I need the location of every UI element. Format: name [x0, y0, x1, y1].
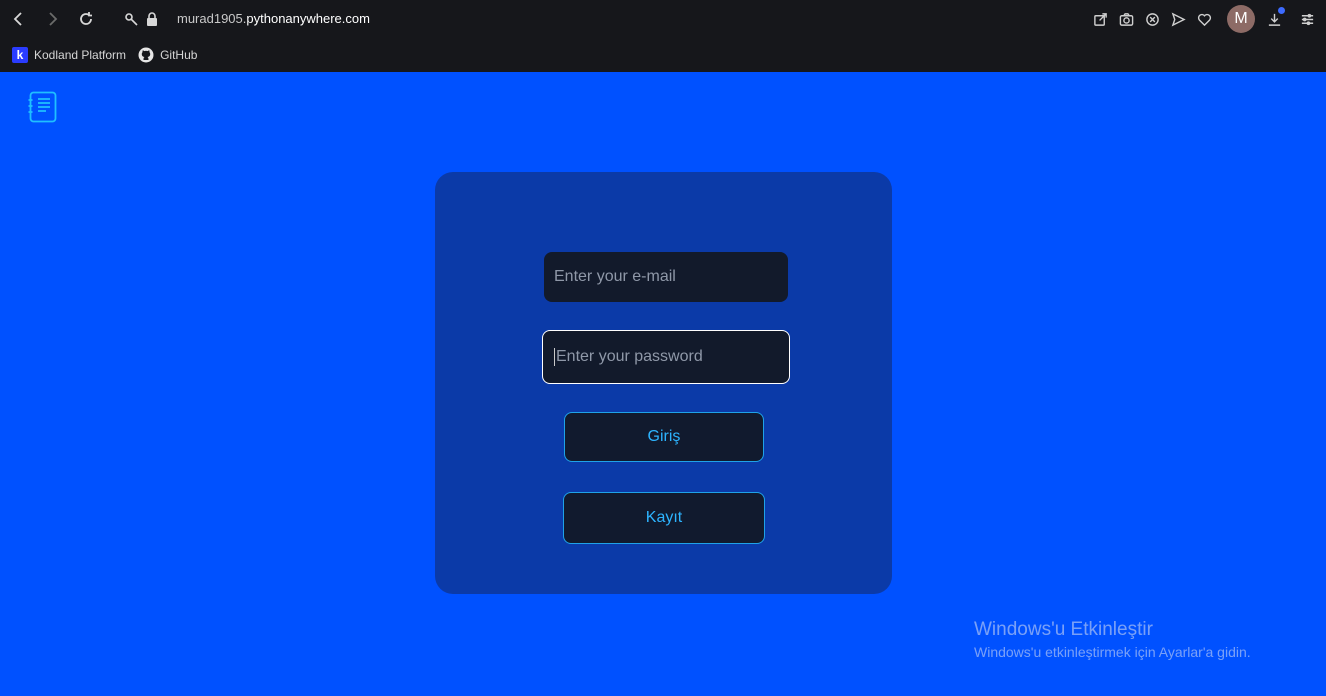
- profile-avatar[interactable]: M: [1227, 5, 1255, 33]
- watermark-subtitle: Windows'u etkinleştirmek için Ayarlar'a …: [974, 644, 1251, 660]
- login-card: Enter your e-mail Enter your password Gi…: [435, 172, 892, 594]
- url-host: pythonanywhere.com: [246, 11, 370, 26]
- login-button[interactable]: Giriş: [564, 412, 764, 462]
- notebook-list-icon[interactable]: [28, 91, 58, 123]
- heart-icon[interactable]: [1195, 10, 1213, 28]
- send-icon[interactable]: [1169, 10, 1187, 28]
- register-button-label: Kayıt: [645, 509, 683, 526]
- email-placeholder: Enter your e-mail: [554, 268, 676, 285]
- bookmark-kodland[interactable]: k Kodland Platform: [12, 47, 126, 63]
- bookmark-github[interactable]: GitHub: [138, 47, 197, 63]
- back-icon[interactable]: [9, 9, 29, 29]
- text-caret: [554, 348, 555, 366]
- browser-toolbar: murad1905.pythonanywhere.com M: [0, 0, 1326, 38]
- email-input[interactable]: Enter your e-mail: [544, 252, 788, 302]
- reload-icon[interactable]: [76, 9, 96, 29]
- windows-activation-watermark: Windows'u Etkinleştir Windows'u etkinleş…: [974, 619, 1251, 660]
- download-indicator-dot: [1278, 7, 1285, 14]
- lock-icon[interactable]: [142, 9, 162, 29]
- menu-icon[interactable]: [1298, 10, 1316, 28]
- block-icon[interactable]: [1143, 10, 1161, 28]
- password-input[interactable]: Enter your password: [542, 330, 790, 384]
- login-button-label: Giriş: [647, 428, 681, 445]
- kodland-icon: k: [12, 47, 28, 63]
- register-button[interactable]: Kayıt: [563, 492, 765, 544]
- avatar-letter: M: [1234, 10, 1248, 27]
- watermark-title: Windows'u Etkinleştir: [974, 619, 1153, 640]
- share-icon[interactable]: [1091, 10, 1109, 28]
- password-placeholder: Enter your password: [556, 348, 703, 365]
- site-info-icon[interactable]: [121, 9, 141, 29]
- github-icon: [138, 47, 154, 63]
- bookmark-label: GitHub: [160, 48, 198, 62]
- address-bar[interactable]: murad1905.pythonanywhere.com: [177, 11, 370, 26]
- bookmark-label: Kodland Platform: [34, 48, 127, 62]
- forward-icon[interactable]: [42, 9, 62, 29]
- url-prefix: murad1905.: [177, 11, 247, 26]
- camera-icon[interactable]: [1117, 10, 1135, 28]
- bookmarks-bar: k Kodland Platform GitHub: [0, 38, 1326, 72]
